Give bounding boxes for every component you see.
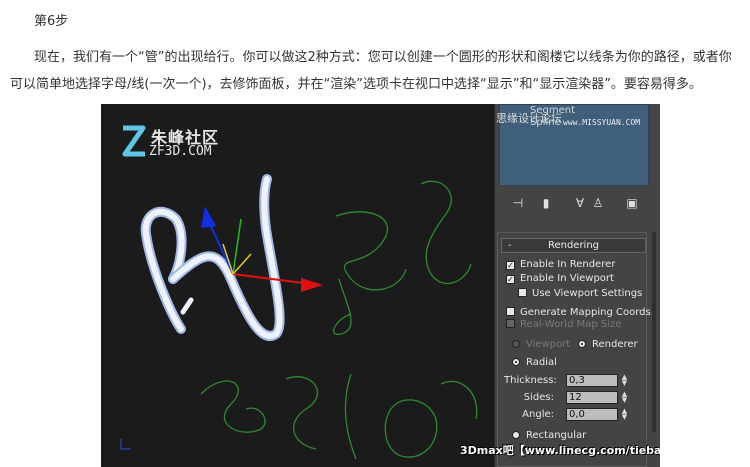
perspective-viewport[interactable]: 朱峰社区 ZF3D.COM — [101, 104, 494, 467]
thickness-label: Thickness: — [504, 375, 557, 386]
rollout-collapse-toggle[interactable]: - — [508, 239, 512, 252]
thickness-input[interactable]: 0,3 — [566, 374, 618, 387]
angle-input[interactable]: 0,0 — [566, 408, 618, 421]
radio-selected-icon — [578, 340, 586, 348]
article-paragraph: 现在，我们有一个“管”的出现给行。你可以做这2种方式：您可以创建一个圆形的形状和… — [10, 50, 732, 92]
watermark-top-url: www.MISSYUAN.COM — [563, 118, 641, 127]
axis-tripod — [120, 439, 131, 450]
zf3d-logo: 朱峰社区 ZF3D.COM — [119, 122, 239, 166]
command-panel: Segment Spline ⊣ ▮ ∀ ♙ ▣ - Rendering ✓ En… — [494, 104, 660, 467]
generate-mapping-checkbox[interactable]: Generate Mapping Coords. — [506, 307, 654, 319]
empty-box-icon — [518, 288, 527, 297]
rectangular-radio[interactable]: Rectangular — [512, 430, 586, 441]
enable-in-viewport-checkbox[interactable]: ✓ Enable In Viewport — [506, 273, 614, 285]
rollout-title: Rendering — [547, 240, 600, 251]
rendering-rollout-header[interactable]: - Rendering — [501, 238, 646, 253]
panel-scrollbar[interactable] — [652, 232, 656, 432]
rendering-rollout: - Rendering ✓ Enable In Renderer ✓ Enable … — [497, 232, 654, 467]
sides-label: Sides: — [523, 392, 554, 403]
max-screenshot: 朱峰社区 ZF3D.COM Segment Spline ⊣ ▮ ∀ ♙ ▣ -… — [101, 104, 660, 467]
show-end-result-icon[interactable]: ▮ — [537, 194, 555, 212]
empty-box-icon — [506, 307, 515, 316]
empty-box-icon — [506, 319, 515, 328]
pin-stack-icon[interactable]: ⊣ — [509, 194, 527, 212]
configure-sets-icon[interactable]: ▣ — [623, 194, 641, 212]
check-icon: ✓ — [506, 275, 515, 284]
make-unique-icon[interactable]: ∀ — [571, 194, 589, 212]
watermark-bottom: 3Dmax吧【www.linecg.com/tieba/1771】 — [460, 444, 660, 457]
stack-toolbar: ⊣ ▮ ∀ ♙ ▣ — [499, 192, 649, 214]
logo-mark-icon — [122, 125, 146, 157]
radio-icon — [512, 340, 520, 348]
tube-letters — [140, 174, 285, 341]
check-icon: ✓ — [506, 261, 515, 270]
spline-letters — [200, 180, 478, 460]
angle-label: Angle: — [522, 409, 554, 420]
logo-name-en: ZF3D.COM — [149, 144, 212, 159]
real-world-map-checkbox[interactable]: Real-World Map Size — [506, 319, 621, 331]
watermark-top: 思缘设计论坛 — [496, 112, 562, 125]
sides-input[interactable]: 12 — [566, 391, 618, 404]
radial-radio[interactable]: Radial — [512, 357, 557, 368]
sides-spinner-icon[interactable]: ▲ ▼ — [620, 391, 629, 404]
thickness-spinner-icon[interactable]: ▲ ▼ — [620, 374, 629, 387]
use-viewport-settings-checkbox[interactable]: Use Viewport Settings — [518, 288, 642, 300]
step-title: 第6步 — [34, 14, 69, 29]
viewport-radio[interactable]: Viewport — [512, 339, 570, 350]
radio-icon — [512, 431, 520, 439]
remove-modifier-icon[interactable]: ♙ — [589, 194, 607, 212]
renderer-radio[interactable]: Renderer — [578, 339, 638, 350]
enable-in-renderer-checkbox[interactable]: ✓ Enable In Renderer — [506, 259, 615, 271]
radio-selected-icon — [512, 358, 520, 366]
angle-spinner-icon[interactable]: ▲ ▼ — [620, 408, 629, 421]
